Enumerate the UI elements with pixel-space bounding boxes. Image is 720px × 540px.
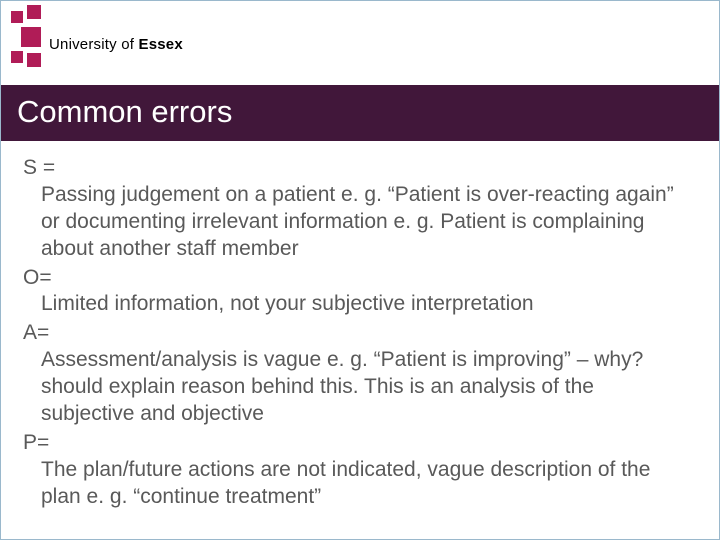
item-text-p: The plan/future actions are not indicate…	[41, 457, 689, 511]
item-text-a: Assessment/analysis is vague e. g. “Pati…	[41, 347, 689, 428]
item-key-o: O=	[23, 265, 689, 292]
item-key-s: S =	[23, 155, 689, 182]
item-text-o: Limited information, not your subjective…	[41, 291, 689, 318]
logo-text-bold: Essex	[139, 36, 183, 53]
university-logo: University of Essex	[11, 5, 183, 73]
item-text-s: Passing judgement on a patient e. g. “Pa…	[41, 182, 689, 263]
item-key-p: P=	[23, 430, 689, 457]
logo-text: University of Essex	[49, 36, 183, 53]
slide-body: S = Passing judgement on a patient e. g.…	[1, 141, 719, 520]
logo-squares-icon	[11, 5, 41, 73]
logo-text-prefix: University of	[49, 36, 139, 53]
item-key-a: A=	[23, 320, 689, 347]
slide: University of Essex Common errors S = Pa…	[0, 0, 720, 540]
slide-title: Common errors	[1, 85, 719, 141]
header: University of Essex	[1, 1, 719, 85]
